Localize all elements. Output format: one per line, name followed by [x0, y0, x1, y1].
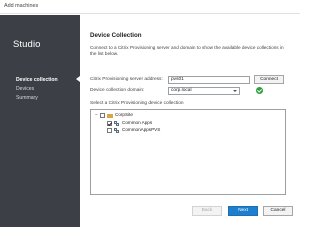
tree-item-corpsite[interactable]: CorpSite — [115, 112, 133, 118]
domain-select-value: corp.local — [171, 88, 192, 93]
collapse-icon[interactable]: − — [94, 113, 99, 118]
domain-select[interactable]: corp.local — [168, 87, 240, 95]
device-collection-tree[interactable]: − CorpSite Common Apps CommonAppsPVS — [90, 109, 286, 195]
page-title: Device Collection — [90, 32, 142, 39]
checkmark-circle-icon — [256, 87, 263, 94]
app-name: Studio — [13, 39, 41, 50]
device-collection-icon — [114, 128, 120, 133]
back-button[interactable]: Back — [192, 206, 222, 216]
connect-button[interactable]: Connect — [254, 75, 284, 84]
domain-label: Device collection domain: — [90, 88, 145, 93]
tree-label: Select a Citrix Provisioning device coll… — [90, 101, 184, 106]
tree-item-checkbox-commonappspvs[interactable] — [107, 128, 112, 133]
chevron-down-icon — [233, 90, 237, 92]
main-panel: Device Collection Connect to a Citrix Pr… — [80, 15, 300, 227]
next-button[interactable]: Next — [228, 206, 258, 216]
step-devices[interactable]: Devices — [16, 86, 34, 92]
tree-root-checkbox[interactable] — [100, 113, 105, 118]
server-address-label: Citrix Provisioning server address: — [90, 77, 163, 82]
step-summary[interactable]: Summary — [16, 95, 38, 101]
tree-item-common-apps[interactable]: Common Apps — [122, 120, 152, 126]
title-bar: Add machines — [0, 0, 300, 14]
device-collection-icon — [114, 121, 120, 126]
server-address-input[interactable]: pvs01 — [168, 76, 250, 84]
tree-item-checkbox-common-apps[interactable] — [107, 121, 112, 126]
tree-item-commonappspvs[interactable]: CommonAppsPVS — [122, 127, 160, 133]
step-device-collection[interactable]: Device collection — [16, 77, 58, 83]
sidebar: Studio Device collection Devices Summary — [0, 15, 80, 227]
page-description: Connect to a Citrix Provisioning server … — [90, 45, 284, 56]
cancel-button[interactable]: Cancel — [263, 206, 293, 216]
folder-icon — [107, 113, 113, 118]
window-title: Add machines — [4, 3, 39, 9]
